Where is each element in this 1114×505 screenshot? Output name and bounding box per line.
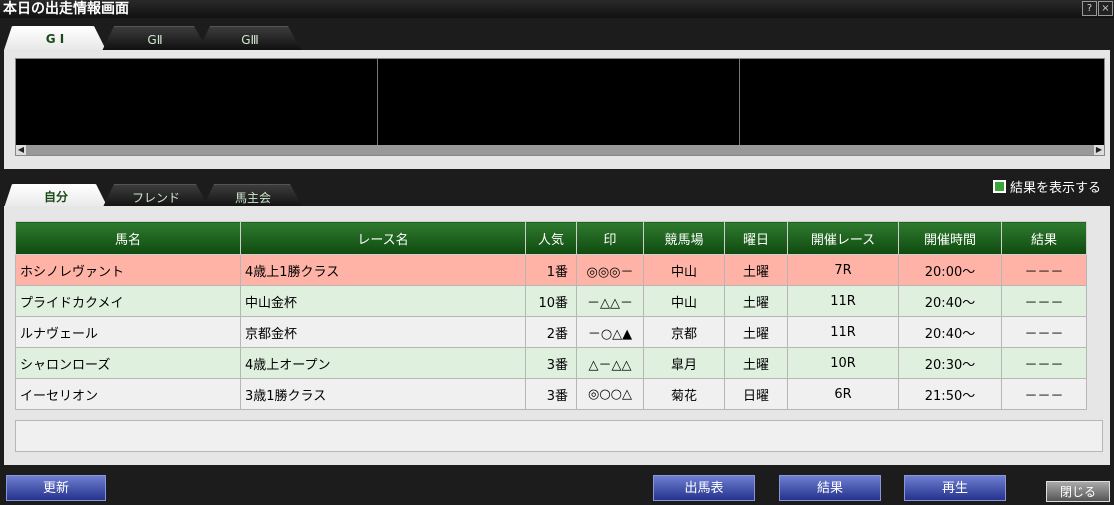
cell-popularity: 2番 [525,316,577,348]
show-results-checkbox[interactable]: 結果を表示する [992,180,1101,197]
window-title: 本日の出走情報画面 [3,1,129,17]
cell-race-time: 21:50～ [898,378,1002,410]
scroll-left-icon[interactable]: ◀ [16,145,26,155]
cell-horse-name: シャロンローズ [15,347,241,379]
header-weekday[interactable]: 曜日 [724,221,788,255]
cell-marks: ◎◎◎－ [576,254,644,286]
cell-racecourse: 菊花 [643,378,725,410]
cell-race-name: 3歳1勝クラス [240,378,526,410]
cell-race-time: 20:40～ [898,316,1002,348]
cell-racecourse: 皐月 [643,347,725,379]
cell-race-number: 10R [787,347,899,379]
cell-horse-name: プライドカクメイ [15,285,241,317]
tab-self[interactable]: 自分 [4,184,108,208]
help-button[interactable]: ? [1082,1,1097,16]
header-horse-name[interactable]: 馬名 [15,221,241,255]
header-marks[interactable]: 印 [576,221,644,255]
cell-race-time: 20:40～ [898,285,1002,317]
horizontal-scrollbar[interactable]: ◀ ▶ [16,145,1104,155]
cell-marks: －○△▲ [576,316,644,348]
header-racecourse[interactable]: 競馬場 [643,221,725,255]
cell-weekday: 日曜 [724,378,788,410]
results-button[interactable]: 結果 [779,475,881,501]
header-result[interactable]: 結果 [1001,221,1087,255]
show-results-label: 結果を表示する [1009,181,1101,196]
table-row[interactable]: シャロンローズ 4歳上オープン 3番 △－△△ 皐月 土曜 10R 20:30～ －－－ [15,347,1087,379]
cell-marks: －△△－ [576,285,644,317]
grade-race-list[interactable]: ◀ ▶ [15,58,1105,156]
cell-result: －－－ [1001,285,1087,317]
header-race-number[interactable]: 開催レース [787,221,899,255]
checkbox-icon[interactable] [992,180,1006,193]
cell-result: －－－ [1001,378,1087,410]
cell-race-number: 11R [787,285,899,317]
title-bar: 本日の出走情報画面 ? × [0,0,1114,18]
cell-horse-name: ホシノレヴァント [15,254,241,286]
entries-panel: 馬名 レース名 人気 印 競馬場 曜日 開催レース 開催時間 結果 ホシノレヴァ… [4,206,1110,465]
cell-race-time: 20:30～ [898,347,1002,379]
cell-race-name: 中山金杯 [240,285,526,317]
cell-marks: ◎○○△ [576,378,644,410]
header-race-time[interactable]: 開催時間 [898,221,1002,255]
header-race-name[interactable]: レース名 [240,221,526,255]
cell-race-name: 4歳上オープン [240,347,526,379]
scroll-right-icon[interactable]: ▶ [1094,145,1104,155]
cell-weekday: 土曜 [724,285,788,317]
table-row[interactable]: ルナヴェール 京都金杯 2番 －○△▲ 京都 土曜 11R 20:40～ －－－ [15,316,1087,348]
tab-g3[interactable]: GⅢ [198,26,302,51]
table-row[interactable]: プライドカクメイ 中山金杯 10番 －△△－ 中山 土曜 11R 20:40～ －－－ [15,285,1087,317]
refresh-button[interactable]: 更新 [6,475,106,501]
cell-race-name: 京都金杯 [240,316,526,348]
cell-weekday: 土曜 [724,347,788,379]
cell-popularity: 3番 [525,347,577,379]
cell-weekday: 土曜 [724,316,788,348]
cell-racecourse: 中山 [643,254,725,286]
cell-race-name: 4歳上1勝クラス [240,254,526,286]
entries-table: 馬名 レース名 人気 印 競馬場 曜日 開催レース 開催時間 結果 ホシノレヴァ… [15,221,1087,410]
table-header-row: 馬名 レース名 人気 印 競馬場 曜日 開催レース 開催時間 結果 [15,221,1087,255]
cell-weekday: 土曜 [724,254,788,286]
cell-race-time: 20:00～ [898,254,1002,286]
cell-result: －－－ [1001,254,1087,286]
race-card-button[interactable]: 出馬表 [653,475,755,501]
cell-race-number: 6R [787,378,899,410]
cell-racecourse: 中山 [643,285,725,317]
replay-button[interactable]: 再生 [904,475,1006,501]
tab-g2[interactable]: GⅡ [102,26,208,51]
window-close-button[interactable]: × [1098,1,1113,16]
cell-result: －－－ [1001,316,1087,348]
column-divider [739,59,740,145]
table-row[interactable]: ホシノレヴァント 4歳上1勝クラス 1番 ◎◎◎－ 中山 土曜 7R 20:00～ －－－ [15,254,1087,286]
cell-horse-name: イーセリオン [15,378,241,410]
cell-result: －－－ [1001,347,1087,379]
table-row[interactable]: イーセリオン 3歳1勝クラス 3番 ◎○○△ 菊花 日曜 6R 21:50～ －－－ [15,378,1087,410]
cell-race-number: 7R [787,254,899,286]
grade-race-panel: ◀ ▶ [4,50,1110,169]
cell-horse-name: ルナヴェール [15,316,241,348]
close-button[interactable]: 閉じる [1046,481,1110,502]
tab-g1[interactable]: G I [4,26,106,50]
cell-racecourse: 京都 [643,316,725,348]
cell-race-number: 11R [787,316,899,348]
cell-popularity: 10番 [525,285,577,317]
cell-popularity: 3番 [525,378,577,410]
cell-popularity: 1番 [525,254,577,286]
column-divider [377,59,378,145]
empty-table-row [15,420,1103,452]
cell-marks: △－△△ [576,347,644,379]
header-popularity[interactable]: 人気 [525,221,577,255]
